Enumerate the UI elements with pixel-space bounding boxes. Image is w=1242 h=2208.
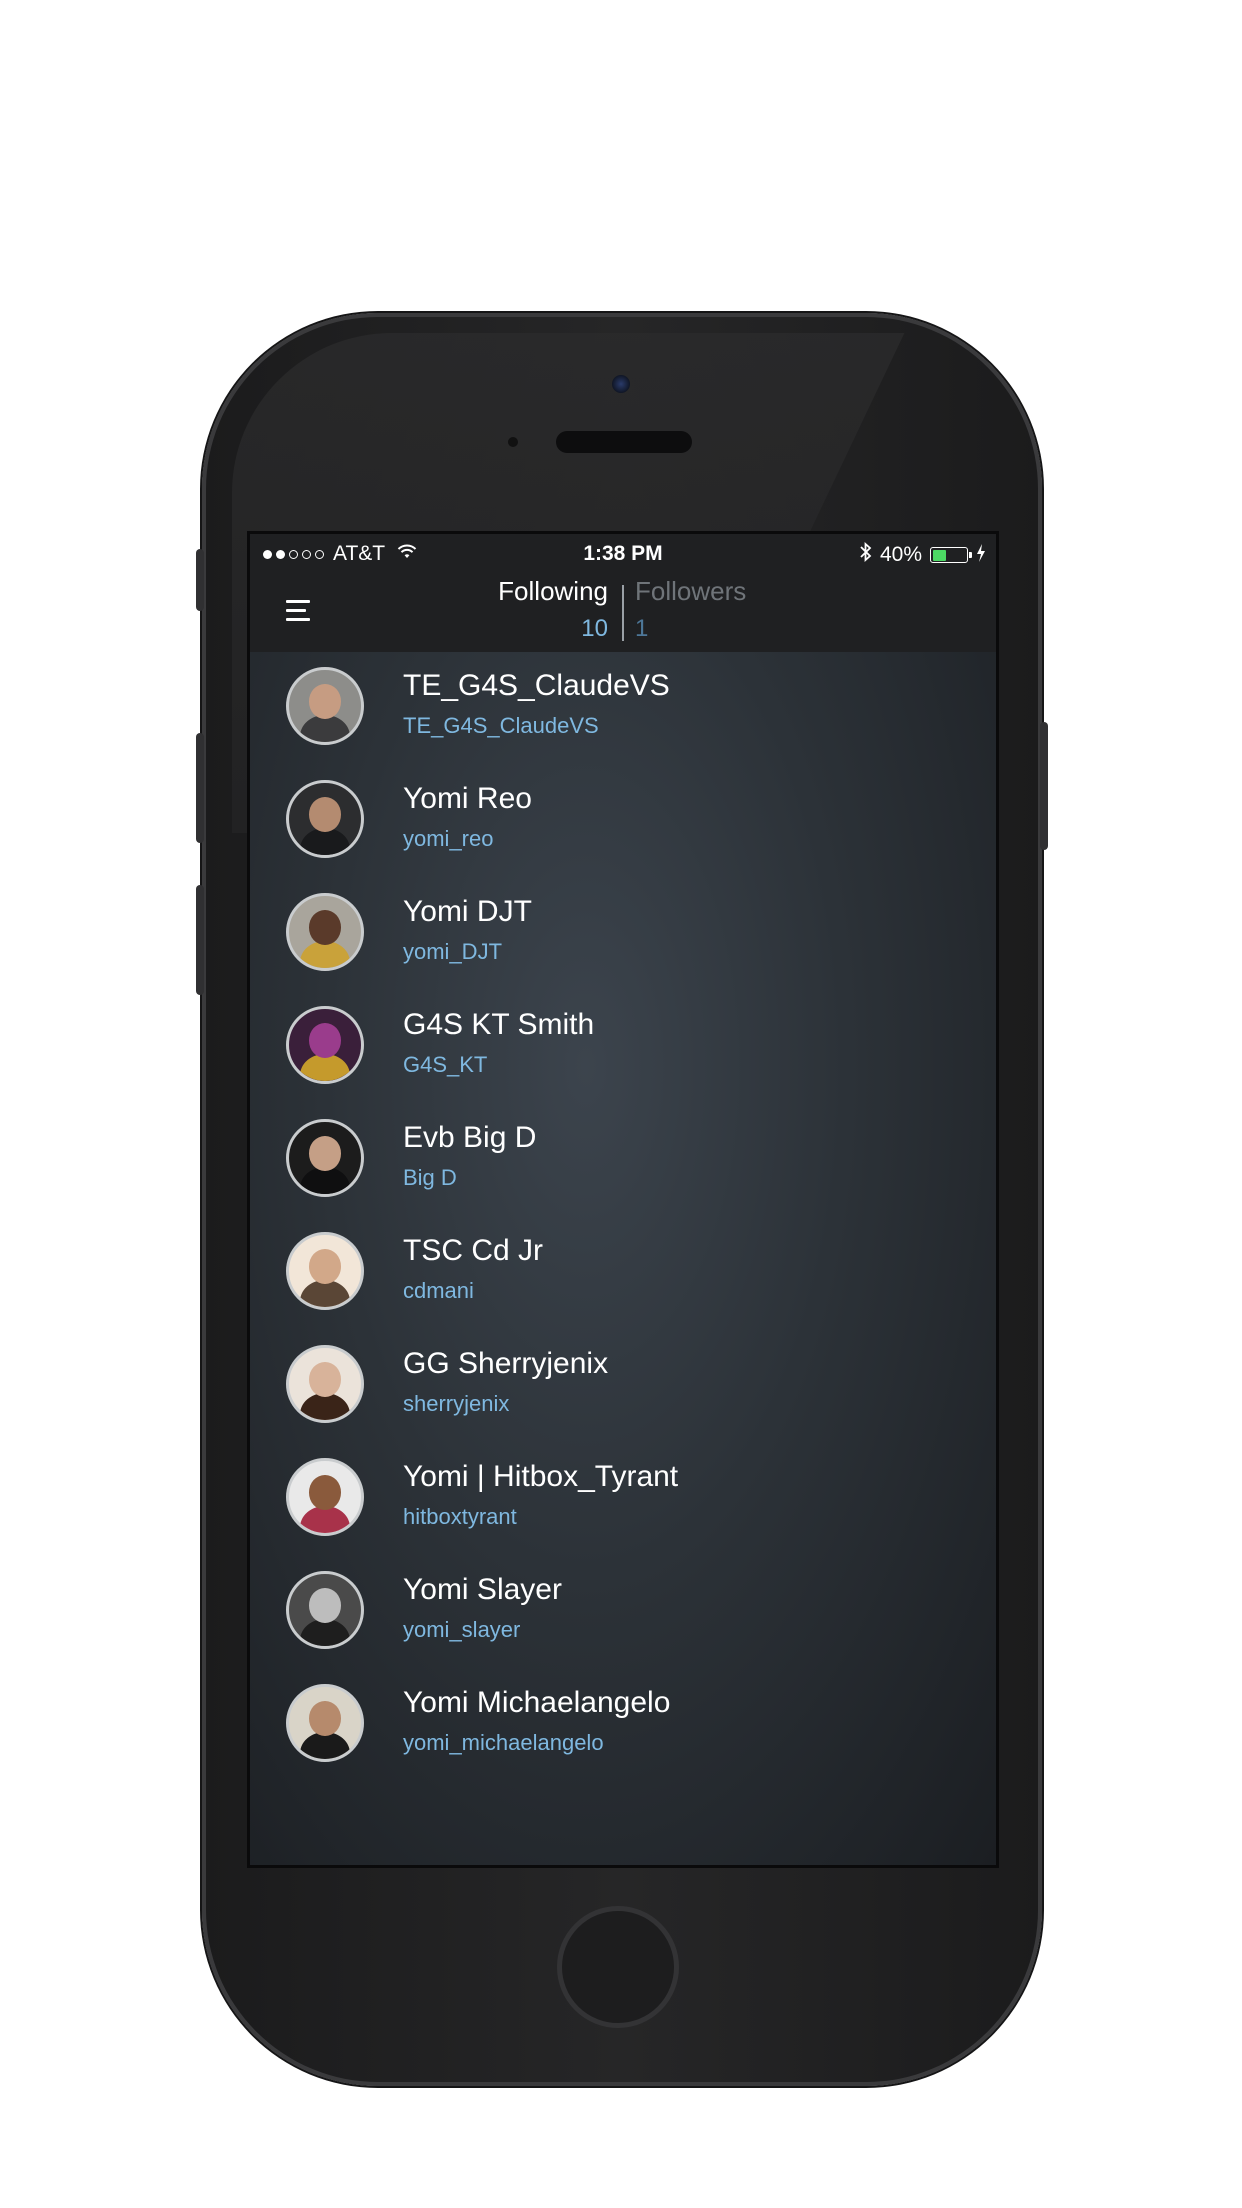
- battery-percent: 40%: [879, 543, 922, 566]
- user-handle: sherryjenix: [403, 1391, 510, 1416]
- avatar[interactable]: [286, 667, 364, 745]
- user-display-name: GG Sherryjenix: [403, 1347, 609, 1380]
- tab-followers-label: Followers: [635, 576, 747, 606]
- battery-fill: [932, 549, 946, 561]
- battery-icon: [930, 547, 972, 563]
- hamburger-menu-icon[interactable]: [286, 600, 312, 622]
- user-handle: yomi_DJT: [403, 939, 503, 964]
- user-display-name: Yomi Slayer: [403, 1573, 562, 1606]
- list-item[interactable]: Yomi Slayer yomi_slayer: [250, 1565, 996, 1678]
- list-item[interactable]: Yomi Michaelangelo yomi_michaelangelo: [250, 1678, 996, 1791]
- tab-divider: [622, 585, 624, 641]
- avatar[interactable]: [286, 1006, 364, 1084]
- avatar-body: [299, 1731, 351, 1759]
- list-item[interactable]: G4S KT Smith G4S_KT: [250, 1000, 996, 1113]
- avatar-face: [309, 1249, 341, 1284]
- user-handle: cdmani: [403, 1278, 474, 1303]
- volume-down-button[interactable]: [196, 885, 204, 995]
- user-display-name: TSC Cd Jr: [403, 1234, 544, 1267]
- user-handle: hitboxtyrant: [403, 1504, 517, 1529]
- tab-followers[interactable]: Followers 1: [635, 576, 746, 643]
- avatar-body: [299, 1505, 351, 1533]
- user-display-name: Evb Big D: [403, 1121, 537, 1154]
- avatar-body: [299, 940, 351, 968]
- power-button[interactable]: [1040, 722, 1048, 850]
- avatar-face: [309, 1362, 341, 1397]
- mute-switch[interactable]: [196, 549, 204, 611]
- volume-up-button[interactable]: [196, 733, 204, 843]
- status-bar: AT&T 1:38 PM 40%: [250, 534, 996, 574]
- list-item[interactable]: GG Sherryjenix sherryjenix: [250, 1339, 996, 1452]
- earpiece-speaker: [556, 431, 692, 453]
- avatar-face: [309, 1136, 341, 1171]
- user-display-name: Yomi Reo: [403, 782, 532, 815]
- user-display-name: G4S KT Smith: [403, 1008, 595, 1041]
- avatar-body: [299, 1618, 351, 1646]
- avatar[interactable]: [286, 1119, 364, 1197]
- charging-bolt-icon: [976, 543, 986, 567]
- avatar[interactable]: [286, 780, 364, 858]
- user-handle: yomi_slayer: [403, 1617, 521, 1642]
- avatar-face: [309, 1023, 341, 1058]
- list-item[interactable]: TSC Cd Jr cdmani: [250, 1226, 996, 1339]
- user-display-name: Yomi DJT: [403, 895, 532, 928]
- avatar[interactable]: [286, 1571, 364, 1649]
- avatar[interactable]: [286, 1458, 364, 1536]
- home-button[interactable]: [557, 1906, 679, 2028]
- proximity-sensor: [508, 437, 518, 447]
- user-display-name: TE_G4S_ClaudeVS: [403, 669, 670, 702]
- avatar[interactable]: [286, 893, 364, 971]
- user-handle: yomi_reo: [403, 826, 494, 851]
- avatar-body: [299, 714, 351, 742]
- avatar-face: [309, 1588, 341, 1623]
- user-handle: yomi_michaelangelo: [403, 1730, 604, 1755]
- menu-line: [286, 609, 306, 612]
- user-handle: TE_G4S_ClaudeVS: [403, 713, 599, 738]
- avatar-face: [309, 1475, 341, 1510]
- avatar-face: [309, 910, 341, 945]
- following-count: 10: [581, 615, 608, 642]
- avatar-body: [299, 1053, 351, 1081]
- avatar-body: [299, 1392, 351, 1420]
- avatar-face: [309, 797, 341, 832]
- user-handle: Big D: [403, 1165, 457, 1190]
- list-item[interactable]: Yomi DJT yomi_DJT: [250, 887, 996, 1000]
- list-item[interactable]: Evb Big D Big D: [250, 1113, 996, 1226]
- list-item[interactable]: Yomi | Hitbox_Tyrant hitboxtyrant: [250, 1452, 996, 1565]
- avatar-face: [309, 1701, 341, 1736]
- avatar[interactable]: [286, 1684, 364, 1762]
- tab-following[interactable]: Following 10: [498, 576, 608, 643]
- avatar-body: [299, 827, 351, 855]
- list-item[interactable]: TE_G4S_ClaudeVS TE_G4S_ClaudeVS: [250, 661, 996, 774]
- list-item[interactable]: Yomi Reo yomi_reo: [250, 774, 996, 887]
- app-screen: AT&T 1:38 PM 40% Following 10 Followers …: [247, 531, 999, 1868]
- avatar[interactable]: [286, 1232, 364, 1310]
- user-display-name: Yomi Michaelangelo: [403, 1686, 671, 1719]
- following-list: TE_G4S_ClaudeVS TE_G4S_ClaudeVS Yomi Reo yo…: [250, 661, 996, 1791]
- user-handle: G4S_KT: [403, 1052, 488, 1077]
- user-display-name: Yomi | Hitbox_Tyrant: [403, 1460, 679, 1493]
- tab-following-label: Following: [498, 576, 608, 606]
- followers-count: 1: [635, 615, 649, 642]
- avatar-body: [299, 1279, 351, 1307]
- menu-line: [286, 618, 310, 621]
- status-right: 40%: [860, 541, 986, 568]
- avatar-body: [299, 1166, 351, 1194]
- front-camera: [612, 375, 630, 393]
- avatar-face: [309, 684, 341, 719]
- bluetooth-icon: [860, 541, 872, 568]
- menu-line: [286, 600, 310, 603]
- top-bar: AT&T 1:38 PM 40% Following 10 Followers …: [250, 534, 996, 652]
- avatar[interactable]: [286, 1345, 364, 1423]
